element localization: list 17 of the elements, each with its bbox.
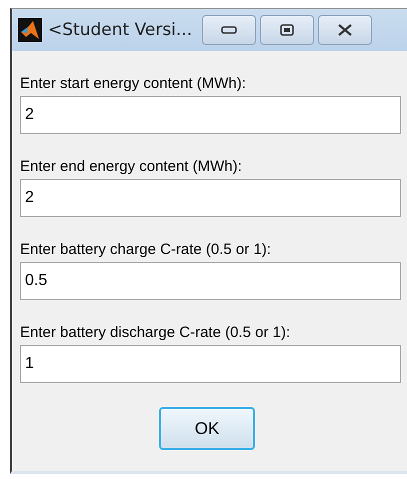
field-label: Enter battery discharge C-rate (0.5 or 1):	[20, 324, 292, 341]
maximize-button[interactable]	[260, 15, 314, 45]
field-label: Enter battery charge C-rate (0.5 or 1):	[20, 241, 272, 258]
input-field[interactable]: 2	[20, 179, 401, 217]
field-label: Enter start energy content (MWh):	[20, 75, 247, 92]
maximize-icon	[280, 24, 294, 36]
minimize-icon	[221, 26, 238, 34]
ok-button[interactable]: OK	[159, 407, 255, 450]
field-label: Enter end energy content (MWh):	[20, 158, 243, 175]
close-button[interactable]	[318, 15, 372, 45]
minimize-button[interactable]	[202, 15, 256, 45]
window-title: <Student Versi...	[48, 20, 192, 40]
input-field[interactable]: 1	[20, 345, 401, 383]
app-logo-icon	[18, 18, 42, 42]
input-field[interactable]: 2	[20, 96, 401, 134]
input-field[interactable]: 0.5	[20, 262, 401, 300]
close-icon	[337, 24, 354, 36]
